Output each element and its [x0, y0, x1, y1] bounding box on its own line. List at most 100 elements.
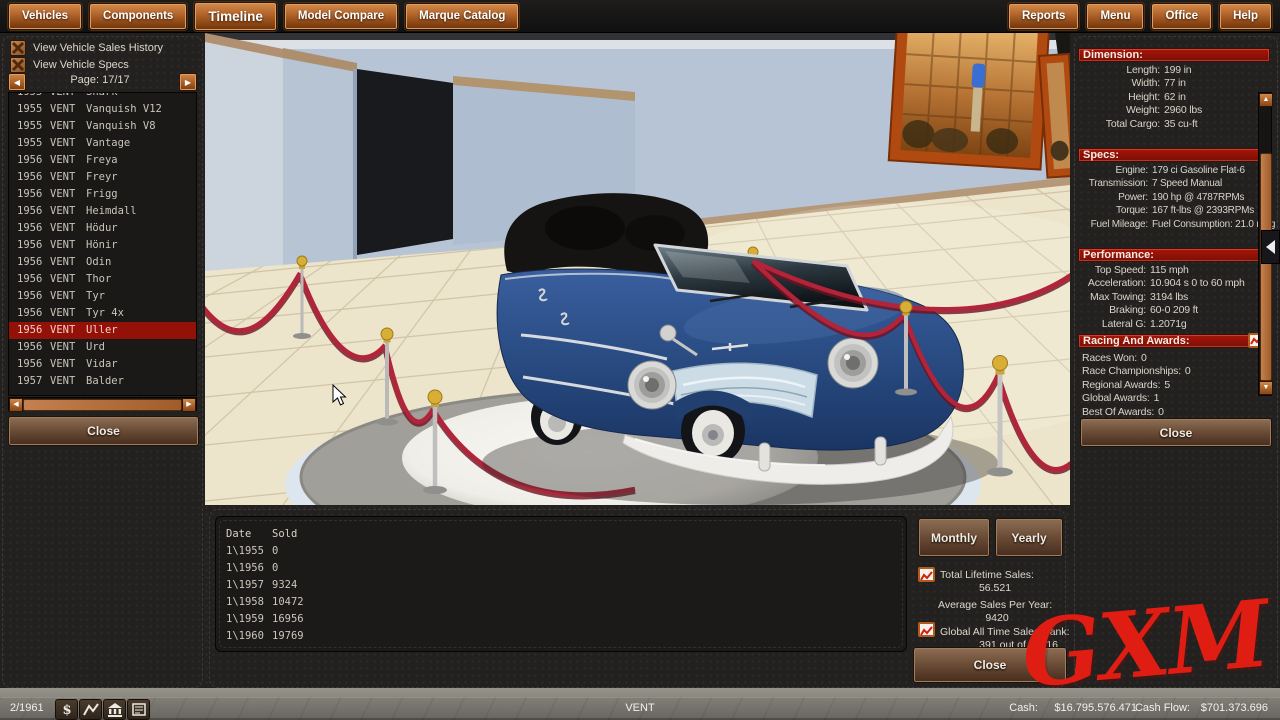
showroom-viewport[interactable] — [205, 33, 1070, 505]
vehicle-row[interactable]: 1956 VENT Tyr 4x — [9, 305, 196, 322]
page-next-button[interactable]: ▶ — [179, 73, 197, 91]
top-button-model-compare[interactable]: Model Compare — [284, 3, 398, 30]
vehicle-year: 1956 — [17, 322, 50, 339]
toolbar-right-group: Reports Menu Office Help — [1008, 3, 1272, 30]
vehicle-list-hscrollbar[interactable]: ◀ ▶ — [8, 397, 197, 411]
option-label: View Vehicle Specs — [33, 59, 129, 71]
yearly-button[interactable]: Yearly — [995, 518, 1063, 557]
vehicle-row[interactable]: 1955 VENT Vanquish V8 — [9, 118, 196, 135]
page-label: Page: 17/17 — [30, 74, 170, 86]
vehicle-make: VENT — [50, 356, 86, 373]
spec-row: Length:199 in — [1078, 64, 1272, 77]
top-button-vehicles[interactable]: Vehicles — [8, 3, 82, 30]
dimension-rows: Length:199 in Width:77 in Height:62 in W… — [1078, 64, 1272, 131]
top-button-office[interactable]: Office — [1151, 3, 1212, 30]
vehicle-year: 1956 — [17, 237, 50, 254]
vehicle-model: Freya — [86, 152, 196, 169]
vehicle-model: Urd — [86, 339, 196, 356]
vehicle-row[interactable]: 1956 VENT Heimdall — [9, 203, 196, 220]
vehicle-row[interactable]: 1955 VENT Vanquish V12 — [9, 101, 196, 118]
vscroll-thumb[interactable] — [1260, 153, 1272, 381]
checkbox-x-icon[interactable] — [10, 40, 26, 56]
framed-painting-large — [889, 33, 1050, 170]
vehicle-make: VENT — [50, 254, 86, 271]
scroll-down-arrow[interactable]: ▼ — [1259, 381, 1273, 395]
vehicle-model: Hönir — [86, 237, 196, 254]
vehicle-row[interactable]: 1956 VENT Thor — [9, 271, 196, 288]
vehicle-make: VENT — [50, 152, 86, 169]
top-toolbar: Vehicles Components Timeline Model Compa… — [0, 0, 1280, 33]
spec-row: Torque:167 ft-lbs @ 2393RPMs — [1078, 204, 1272, 217]
spec-row: Max Towing:3194 lbs — [1078, 291, 1272, 304]
top-button-menu[interactable]: Menu — [1086, 3, 1144, 30]
sold-cell: 19769 — [272, 628, 906, 645]
option-view-sales-history[interactable]: View Vehicle Sales History — [10, 40, 163, 56]
spec-row: Height:62 in — [1078, 91, 1272, 104]
spec-row: Braking:60-0 209 ft — [1078, 304, 1272, 317]
vehicle-row[interactable]: 1956 VENT Uller — [9, 322, 196, 339]
vehicle-row[interactable]: 1956 VENT Hödur — [9, 220, 196, 237]
date-cell: 1\1958 — [226, 594, 272, 611]
vehicle-row[interactable]: 1955 VENT Vantage — [9, 135, 196, 152]
scroll-left-arrow[interactable]: ◀ — [9, 398, 23, 412]
top-button-help[interactable]: Help — [1219, 3, 1272, 30]
monthly-button[interactable]: Monthly — [918, 518, 990, 557]
vehicle-panel-close-button[interactable]: Close — [8, 416, 199, 446]
checkbox-x-icon[interactable] — [10, 57, 26, 73]
hscroll-thumb[interactable] — [23, 399, 182, 411]
average-sales-value: 9420 — [938, 612, 1056, 624]
vehicle-year: 1956 — [17, 356, 50, 373]
scroll-up-arrow[interactable]: ▲ — [1259, 93, 1273, 107]
headlight-right — [828, 338, 878, 388]
vehicle-year: 1955 — [17, 135, 50, 152]
top-button-components[interactable]: Components — [89, 3, 187, 30]
top-button-timeline[interactable]: Timeline — [194, 2, 277, 31]
spec-row: Power:190 hp @ 4787RPMs — [1078, 191, 1272, 204]
vehicle-row[interactable]: 1956 VENT Frigg — [9, 186, 196, 203]
panel-collapse-arrow[interactable] — [1261, 230, 1280, 264]
cash-value: $16.795.576.471 — [1054, 702, 1137, 714]
partition-wall — [283, 55, 357, 271]
vehicle-model: Balder — [86, 373, 196, 390]
sales-table: Date Sold 1\1955 0 1\1956 0 1\1957 9324 … — [215, 516, 907, 652]
scroll-right-arrow[interactable]: ▶ — [182, 398, 196, 412]
option-view-specs[interactable]: View Vehicle Specs — [10, 57, 129, 73]
date-cell: 1\1960 — [226, 628, 272, 645]
option-label: View Vehicle Sales History — [33, 42, 163, 54]
sold-cell: 0 — [272, 543, 906, 560]
vehicle-row[interactable]: 1955 VENT Shark — [9, 92, 196, 101]
vehicle-row[interactable]: 1956 VENT Freyr — [9, 169, 196, 186]
vehicle-row[interactable]: 1956 VENT Vidar — [9, 356, 196, 373]
right-panel-close-button[interactable]: Close — [1080, 418, 1272, 447]
performance-header: Performance: — [1078, 248, 1270, 262]
sold-cell: 0 — [272, 560, 906, 577]
top-button-reports[interactable]: Reports — [1008, 3, 1079, 30]
bottom-close-button[interactable]: Close — [913, 647, 1067, 683]
vehicle-list[interactable]: 1955 VENT Shark 1955 VENT Vanquish V12 1… — [8, 92, 197, 396]
racing-awards-title: Racing And Awards: — [1083, 335, 1190, 347]
racing-awards-rows: Races Won:0 Race Championships:0 Regiona… — [1078, 352, 1272, 419]
spec-row: Lateral G:1.2071g — [1078, 318, 1272, 331]
page-prev-button[interactable]: ◀ — [8, 73, 26, 91]
rank-chart-icon[interactable] — [918, 622, 935, 637]
vehicle-row[interactable]: 1956 VENT Odin — [9, 254, 196, 271]
vehicle-row[interactable]: 1956 VENT Hönir — [9, 237, 196, 254]
vehicle-year: 1956 — [17, 152, 50, 169]
toolbar-left-group: Vehicles Components Timeline Model Compa… — [8, 2, 519, 31]
vehicle-row[interactable]: 1956 VENT Urd — [9, 339, 196, 356]
date-column-header: Date — [226, 526, 272, 543]
vehicle-model: Shark — [86, 92, 196, 101]
spec-row: Acceleration:10.904 s 0 to 60 mph — [1078, 277, 1272, 290]
vehicle-model: Vanquish V12 — [86, 101, 196, 118]
vehicle-row[interactable]: 1956 VENT Freya — [9, 152, 196, 169]
vehicle-row[interactable]: 1957 VENT Balder — [9, 373, 196, 390]
date-cell: 1\1959 — [226, 611, 272, 628]
vehicle-make: VENT — [50, 237, 86, 254]
vehicle-make: VENT — [50, 92, 86, 101]
top-button-marque-catalog[interactable]: Marque Catalog — [405, 3, 519, 30]
lifetime-sales-chart-icon[interactable] — [918, 567, 935, 582]
street-strip — [0, 688, 1280, 697]
specs-header: Specs: — [1078, 148, 1270, 162]
vehicle-row[interactable]: 1956 VENT Tyr — [9, 288, 196, 305]
vehicle-model: Tyr 4x — [86, 305, 196, 322]
